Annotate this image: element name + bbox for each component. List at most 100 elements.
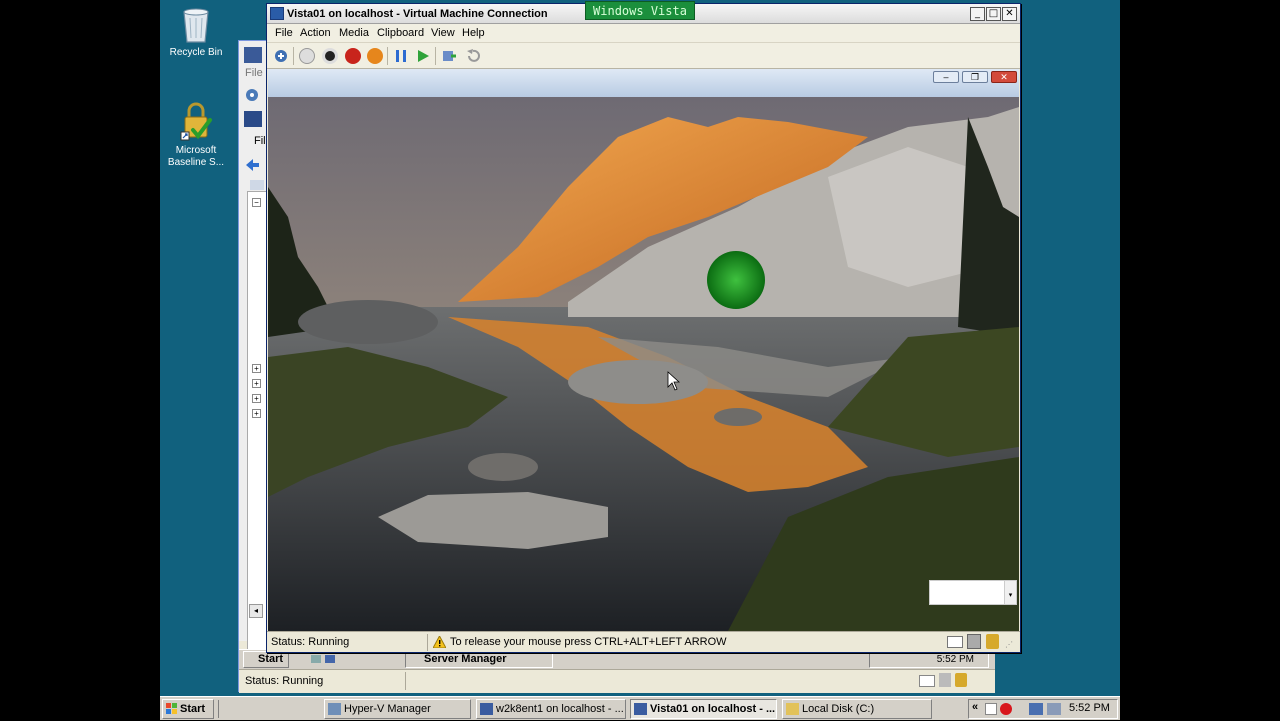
guest-minimize-button[interactable]: – [933, 71, 959, 83]
keyboard-icon [919, 675, 935, 687]
maximize-button[interactable]: □ [986, 7, 1001, 21]
start-vm-icon[interactable] [299, 48, 315, 64]
save-state-icon[interactable] [367, 48, 383, 64]
toolbar-separator [435, 47, 436, 65]
snapshot-icon[interactable] [441, 48, 457, 64]
menu-help[interactable]: Help [462, 27, 485, 39]
tree-collapse-icon[interactable]: − [252, 198, 261, 207]
system-tray: « 5:52 PM [968, 699, 1118, 719]
hyperv-manager-icon [328, 703, 341, 715]
guest-sidebar-gadget[interactable]: ▾ [929, 580, 1017, 605]
turn-off-icon[interactable] [322, 48, 338, 64]
tree-expand-icon[interactable]: + [252, 379, 261, 388]
recycle-bin-shortcut[interactable]: Recycle Bin [160, 4, 234, 59]
tray-doc-icon[interactable] [985, 703, 997, 715]
gadget-scroll-icon[interactable]: ▾ [1004, 581, 1016, 604]
tray-expand-chevron[interactable]: « [972, 701, 978, 713]
menu-file[interactable]: File [275, 27, 293, 39]
bg-menu-file-inner[interactable]: Fil [254, 135, 266, 147]
inner-start-label: Start [258, 653, 284, 665]
start-label: Start [180, 703, 206, 715]
guest-restore-button[interactable]: ❐ [962, 71, 988, 83]
security-lock-icon [179, 102, 213, 142]
mbsa-shortcut[interactable]: Microsoft Baseline S... [160, 102, 234, 169]
vm-status-text: Status: Running [271, 636, 350, 648]
vm-connection-icon [634, 703, 647, 715]
tray-server-icon[interactable] [1047, 703, 1061, 715]
taskbar: Start Hyper-V Manager w2k8ent1 on localh… [160, 696, 1120, 720]
background-sidebar: File Fil − + + + + ◂ [239, 41, 267, 661]
task-vista01[interactable]: Vista01 on localhost - ... [630, 699, 777, 719]
os-badge: Windows Vista [585, 1, 695, 20]
tree-expand-icon[interactable]: + [252, 394, 261, 403]
back-arrow-icon[interactable] [244, 157, 262, 173]
folder-icon [786, 703, 799, 715]
desktop: Recycle Bin Microsoft Baseline S... File… [160, 0, 1120, 720]
pause-icon[interactable] [393, 48, 409, 64]
menu-clipboard[interactable]: Clipboard [377, 27, 424, 39]
resume-icon[interactable] [415, 48, 431, 64]
bg-menu-file[interactable]: File [245, 67, 263, 79]
resize-grip-icon[interactable]: ⋰ [1005, 640, 1015, 650]
vm-icon [244, 111, 262, 127]
taskbar-separator [218, 700, 219, 718]
inner-tray: 5:52 PM [869, 651, 989, 668]
windows-logo-icon [166, 703, 178, 715]
task-local-disk[interactable]: Local Disk (C:) [782, 699, 932, 719]
mbsa-label-line1: Microsoft [175, 145, 217, 156]
tree-expand-icon[interactable]: + [252, 409, 261, 418]
recycle-bin-label: Recycle Bin [169, 47, 223, 58]
guest-explorer-bar: – ❐ ✕ [268, 69, 1019, 97]
vm-window-icon [270, 7, 284, 20]
menu-action[interactable]: Action [300, 27, 331, 39]
minimize-button[interactable]: _ [970, 7, 985, 21]
recycle-bin-icon [179, 4, 213, 44]
task-w2k8ent1-label: w2k8ent1 on localhost - ... [496, 703, 624, 715]
window-title: Vista01 on localhost - Virtual Machine C… [287, 8, 548, 20]
tray-network-icon[interactable] [1029, 703, 1043, 715]
title-bar[interactable]: Vista01 on localhost - Virtual Machine C… [267, 1, 1020, 24]
vista-wallpaper [268, 97, 1019, 631]
quicklaunch-icon[interactable] [309, 653, 339, 665]
menu-media[interactable]: Media [339, 27, 369, 39]
status-divider [405, 672, 406, 690]
bg-status-text: Status: Running [245, 675, 324, 687]
shutdown-icon[interactable] [345, 48, 361, 64]
bg-statusbar: Status: Running [239, 669, 995, 693]
start-button[interactable]: Start [162, 699, 214, 719]
toolbar [267, 43, 1020, 69]
inner-start-button[interactable]: Start [243, 651, 289, 668]
scroll-left-icon[interactable]: ◂ [249, 604, 263, 618]
task-local-disk-label: Local Disk (C:) [802, 703, 875, 715]
menu-view[interactable]: View [431, 27, 455, 39]
task-w2k8ent1[interactable]: w2k8ent1 on localhost - ... [476, 699, 626, 719]
task-hyperv-manager-label: Hyper-V Manager [344, 703, 431, 715]
lock-icon [955, 673, 967, 687]
connect-icon[interactable] [244, 87, 262, 103]
vm-statusbar: Status: Running To release your mouse pr… [267, 631, 1020, 652]
accessibility-icon [939, 673, 951, 687]
server-manager-label: Server Manager [424, 653, 507, 665]
disk-icon [244, 47, 262, 63]
vm-connection-window[interactable]: Vista01 on localhost - Virtual Machine C… [266, 1, 1021, 653]
tree-root-icon [250, 180, 264, 190]
task-hyperv-manager[interactable]: Hyper-V Manager [324, 699, 471, 719]
mbsa-label-line2: Baseline S... [167, 157, 225, 168]
tree-expand-icon[interactable]: + [252, 364, 261, 373]
toolbar-separator [293, 47, 294, 65]
lock-icon [986, 634, 999, 649]
ctrl-alt-del-icon[interactable] [273, 48, 289, 64]
server-manager-task[interactable]: Server Manager [405, 651, 553, 668]
keyboard-icon [947, 636, 963, 648]
warning-icon [432, 634, 447, 649]
tray-record-icon[interactable] [1000, 703, 1012, 715]
accessibility-icon [967, 634, 981, 649]
close-button[interactable]: ✕ [1002, 7, 1017, 21]
vm-connection-icon [480, 703, 493, 715]
inner-clock: 5:52 PM [936, 654, 974, 665]
clock: 5:52 PM [1069, 702, 1110, 714]
guest-display[interactable]: – ❐ ✕ ▾ [268, 69, 1019, 631]
revert-icon[interactable] [465, 48, 481, 64]
guest-close-button[interactable]: ✕ [991, 71, 1017, 83]
tree-panel: − + + + + ◂ [247, 180, 267, 661]
